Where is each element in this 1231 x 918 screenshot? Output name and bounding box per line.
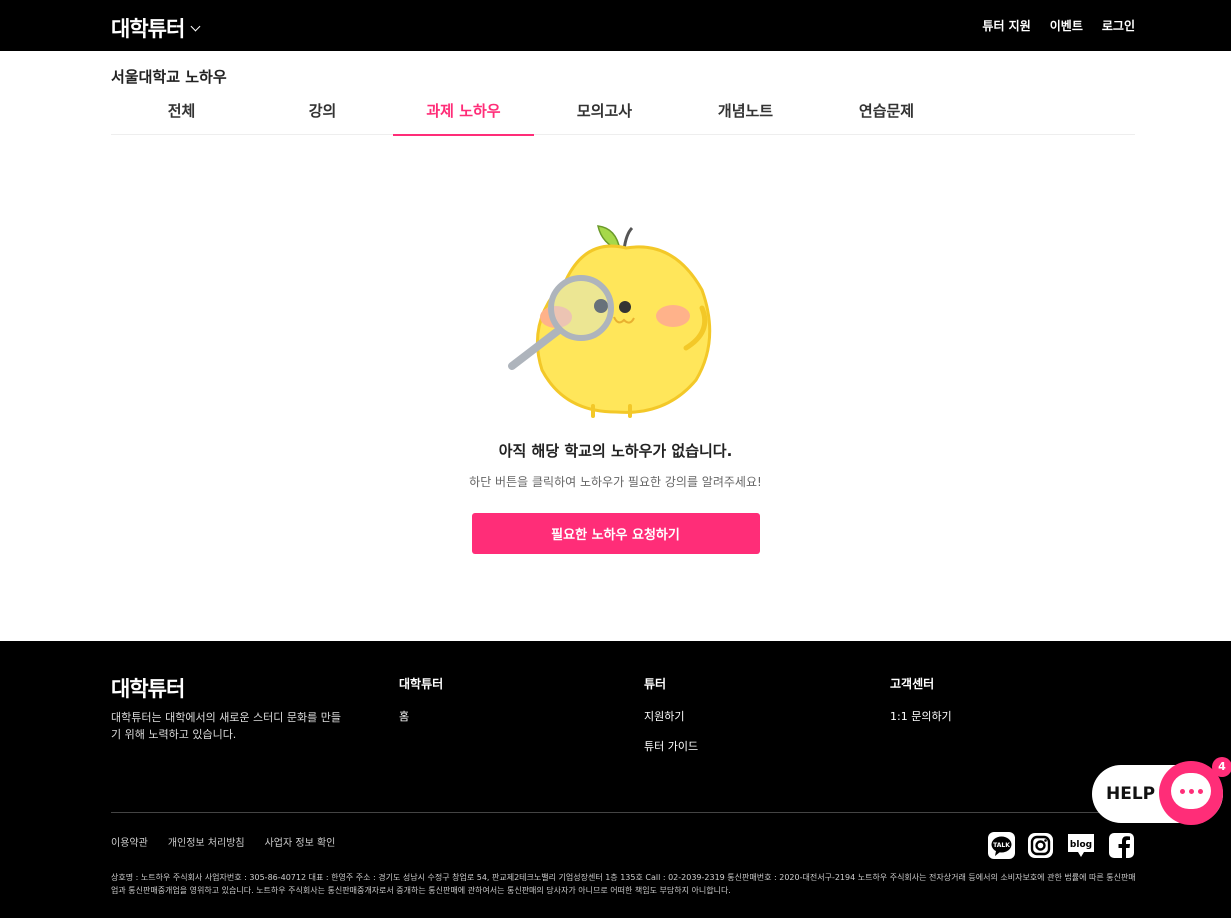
kakao-talk-label: TALK (993, 842, 1010, 849)
apple-magnifier-illustration (507, 225, 711, 418)
top-nav-links: 튜터 지원 이벤트 로그인 (982, 17, 1135, 34)
chevron-down-icon[interactable] (190, 21, 201, 31)
facebook-icon[interactable] (1108, 832, 1135, 859)
footer-description: 대학튜터는 대학에서의 새로운 스터디 문화를 만들기 위해 노력하고 있습니다… (111, 711, 342, 741)
tab-concept-note[interactable]: 개념노트 (675, 94, 816, 135)
top-navigation-bar: 대학튜터 튜터 지원 이벤트 로그인 (0, 0, 1231, 51)
footer-divider (111, 812, 1135, 813)
logo-text: 대학튜터 (111, 17, 185, 41)
footer-column-tutor: 튜터 지원하기 튜터 가이드 (644, 675, 698, 768)
footer-link-apply[interactable]: 지원하기 (644, 708, 698, 724)
terms-link[interactable]: 이용약관 (111, 834, 148, 849)
help-chat-button[interactable]: HELP 4 (1092, 757, 1231, 825)
footer-column-title: 고객센터 (890, 677, 935, 691)
site-logo[interactable]: 대학튜터 (111, 13, 201, 43)
social-links: TALK blog (988, 832, 1135, 859)
footer-column-title: 대학튜터 (399, 677, 444, 691)
help-label: HELP (1106, 784, 1156, 804)
empty-state-subtitle: 하단 버튼을 클릭하여 노하우가 필요한 강의를 알려주세요! (469, 475, 762, 489)
tab-practice-problems[interactable]: 연습문제 (816, 94, 957, 135)
login-link[interactable]: 로그인 (1102, 17, 1135, 34)
tab-assignment-knowhow[interactable]: 과제 노하우 (393, 94, 534, 136)
business-info-link[interactable]: 사업자 정보 확인 (265, 834, 336, 849)
footer-column-daehaktutor: 대학튜터 홈 (399, 675, 443, 738)
event-link[interactable]: 이벤트 (1050, 17, 1083, 34)
notification-badge: 4 (1212, 757, 1231, 777)
tutor-apply-link[interactable]: 튜터 지원 (982, 17, 1030, 34)
blog-icon[interactable]: blog (1066, 832, 1096, 859)
category-tabs: 전체 강의 과제 노하우 모의고사 개념노트 연습문제 (111, 94, 1135, 136)
footer-column-title: 튜터 (644, 677, 667, 691)
footer-legal-text: 상호명 : 노트하우 주식회사 사업자번호 : 305-86-40712 대표 … (111, 873, 1136, 895)
footer-link-tutor-guide[interactable]: 튜터 가이드 (644, 738, 698, 754)
footer-logo[interactable]: 대학튜터 (111, 673, 185, 703)
footer-column-customer-center: 고객센터 1:1 문의하기 (890, 675, 952, 738)
instagram-icon[interactable] (1027, 832, 1054, 859)
tab-all[interactable]: 전체 (111, 94, 252, 135)
kakao-talk-icon[interactable]: TALK (988, 832, 1015, 859)
footer-link-inquiry[interactable]: 1:1 문의하기 (890, 708, 952, 724)
request-knowhow-button[interactable]: 필요한 노하우 요청하기 (471, 513, 760, 554)
empty-state-title: 아직 해당 학교의 노하우가 없습니다. (498, 442, 733, 460)
empty-state: 아직 해당 학교의 노하우가 없습니다. 하단 버튼을 클릭하여 노하우가 필요… (0, 220, 1231, 554)
footer-link-home[interactable]: 홈 (399, 708, 443, 724)
blog-label: blog (1070, 840, 1092, 850)
footer: 대학튜터 대학튜터는 대학에서의 새로운 스터디 문화를 만들기 위해 노력하고… (0, 641, 1231, 918)
page-title: 서울대학교 노하우 (111, 68, 227, 86)
tab-mock-exam[interactable]: 모의고사 (534, 94, 675, 135)
footer-legal-links: 이용약관 개인정보 처리방침 사업자 정보 확인 (111, 834, 335, 849)
tab-lecture[interactable]: 강의 (252, 94, 393, 135)
privacy-policy-link[interactable]: 개인정보 처리방침 (168, 834, 245, 849)
